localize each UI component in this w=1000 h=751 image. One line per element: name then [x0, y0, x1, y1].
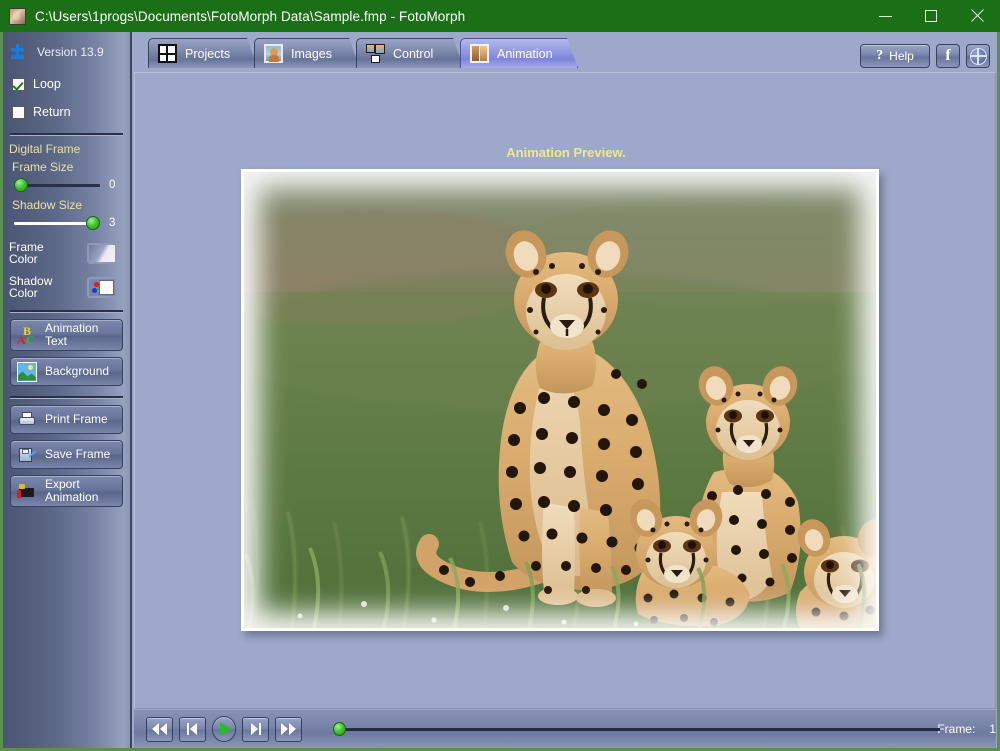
rewind-all-button[interactable]	[146, 716, 173, 742]
version-row: Version 13.9	[3, 37, 130, 67]
tab-animation-label: Animation	[497, 46, 553, 61]
frame-size-value: 0	[109, 179, 116, 191]
animation-text-button[interactable]: BAC Animation Text	[10, 319, 123, 351]
white-color-chip	[99, 279, 114, 295]
export-animation-label: Export Animation	[45, 477, 99, 504]
preview-title: Animation Preview.	[506, 145, 626, 160]
film-camera-icon	[17, 481, 37, 501]
return-checkbox[interactable]	[12, 105, 25, 119]
frame-gradient-swatch-icon	[89, 244, 115, 262]
title-bar: C:\Users\1progs\Documents\FotoMorph Data…	[0, 0, 1000, 32]
fotomorph-window: C:\Users\1progs\Documents\FotoMorph Data…	[0, 0, 1000, 751]
app-photo-icon	[9, 7, 26, 25]
tab-control-label: Control	[393, 46, 434, 61]
step-backward-icon	[186, 723, 198, 735]
tab-images[interactable]: Images	[254, 38, 360, 68]
frame-size-thumb[interactable]	[14, 178, 28, 192]
help-button[interactable]: ? Help	[860, 44, 930, 68]
save-frame-label: Save Frame	[45, 447, 111, 461]
background-label: Background	[45, 364, 110, 378]
shadow-size-thumb[interactable]	[86, 216, 100, 230]
tab-control[interactable]: Control	[356, 38, 464, 68]
portrait-icon	[264, 44, 283, 63]
version-label: Version 13.9	[37, 45, 104, 59]
question-mark-icon: ?	[876, 48, 884, 63]
window-controls	[862, 0, 1000, 32]
loop-label: Loop	[33, 77, 61, 91]
return-checkbox-row[interactable]: Return	[3, 101, 130, 123]
landscape-picture-icon	[17, 361, 37, 382]
shadow-color-swatch[interactable]	[87, 276, 117, 298]
website-button[interactable]	[966, 44, 990, 68]
photo-artwork	[244, 172, 876, 628]
save-frame-button[interactable]: Save Frame	[10, 440, 123, 469]
print-frame-button[interactable]: Print Frame	[10, 405, 123, 434]
shadow-size-slider[interactable]	[14, 214, 100, 232]
frame-size-slider-row[interactable]: 0	[3, 176, 130, 194]
previous-frame-button[interactable]	[178, 716, 206, 742]
play-button[interactable]	[211, 716, 237, 742]
shadow-size-label: Shadow Size	[12, 198, 83, 212]
minimize-icon	[878, 15, 892, 17]
timeline-slider[interactable]	[330, 719, 941, 739]
help-and-social-group: ? Help f	[860, 44, 990, 68]
facebook-button[interactable]: f	[936, 44, 960, 68]
background-button[interactable]: Background	[10, 357, 123, 386]
return-label: Return	[33, 105, 71, 119]
sidebar-divider-3	[10, 396, 123, 399]
fotomorph-logo-icon	[9, 43, 27, 61]
frame-color-row: Frame Color	[3, 240, 130, 266]
shadow-color-label: Shadow Color	[9, 273, 53, 300]
shadow-color-row: Shadow Color	[3, 274, 130, 300]
floppy-disk-icon	[17, 445, 37, 465]
tab-images-label: Images	[291, 46, 332, 61]
abc-letters-icon: BAC	[17, 324, 35, 347]
frame-color-swatch[interactable]	[87, 242, 117, 264]
help-label: Help	[889, 49, 914, 63]
frame-color-label: Frame Color	[9, 239, 44, 266]
step-forward-icon	[250, 723, 262, 735]
frame-counter-value: 1	[989, 722, 997, 736]
globe-icon	[969, 47, 987, 65]
close-button[interactable]	[954, 0, 1000, 32]
tab-projects-label: Projects	[185, 46, 231, 61]
timeline-track	[340, 728, 941, 731]
preview-photo-frame	[241, 169, 879, 631]
left-sidebar: Version 13.9 Loop Return Digital Frame F…	[3, 32, 132, 748]
maximize-button[interactable]	[908, 0, 954, 32]
animation-preview-panel: Animation Preview.	[134, 72, 996, 709]
sidebar-divider-1	[10, 133, 123, 136]
play-icon	[220, 722, 232, 736]
control-panels-icon	[366, 44, 385, 63]
print-frame-label: Print Frame	[45, 412, 108, 426]
grid-icon	[158, 44, 177, 63]
shadow-size-slider-row[interactable]: 3	[3, 214, 130, 232]
printer-icon	[17, 410, 37, 430]
morph-frames-icon	[470, 44, 489, 63]
frame-size-label: Frame Size	[12, 160, 74, 174]
frame-size-slider[interactable]	[14, 176, 100, 194]
timeline-thumb[interactable]	[333, 722, 347, 736]
skip-forward-icon	[281, 723, 297, 735]
digital-frame-group-title: Digital Frame	[9, 142, 81, 156]
tab-animation[interactable]: Animation	[460, 38, 578, 68]
sidebar-divider-2	[10, 310, 123, 313]
frame-counter-label: Frame:	[937, 722, 976, 736]
close-icon	[970, 9, 984, 23]
forward-all-button[interactable]	[275, 716, 303, 742]
loop-checkbox-row[interactable]: Loop	[3, 73, 130, 95]
playback-toolbar: Frame: 1	[134, 710, 996, 748]
loop-checkbox[interactable]	[12, 77, 25, 91]
tab-projects[interactable]: Projects	[148, 38, 258, 68]
next-frame-button[interactable]	[242, 716, 270, 742]
export-animation-button[interactable]: Export Animation	[10, 475, 123, 507]
facebook-icon: f	[945, 47, 951, 64]
skip-backward-icon	[151, 723, 167, 735]
cheetah-family-photo	[244, 172, 876, 628]
shadow-size-value: 3	[109, 217, 116, 229]
window-title: C:\Users\1progs\Documents\FotoMorph Data…	[35, 8, 466, 24]
maximize-icon	[925, 10, 937, 22]
animation-text-label: Animation Text	[45, 321, 99, 348]
minimize-button[interactable]	[862, 0, 908, 32]
